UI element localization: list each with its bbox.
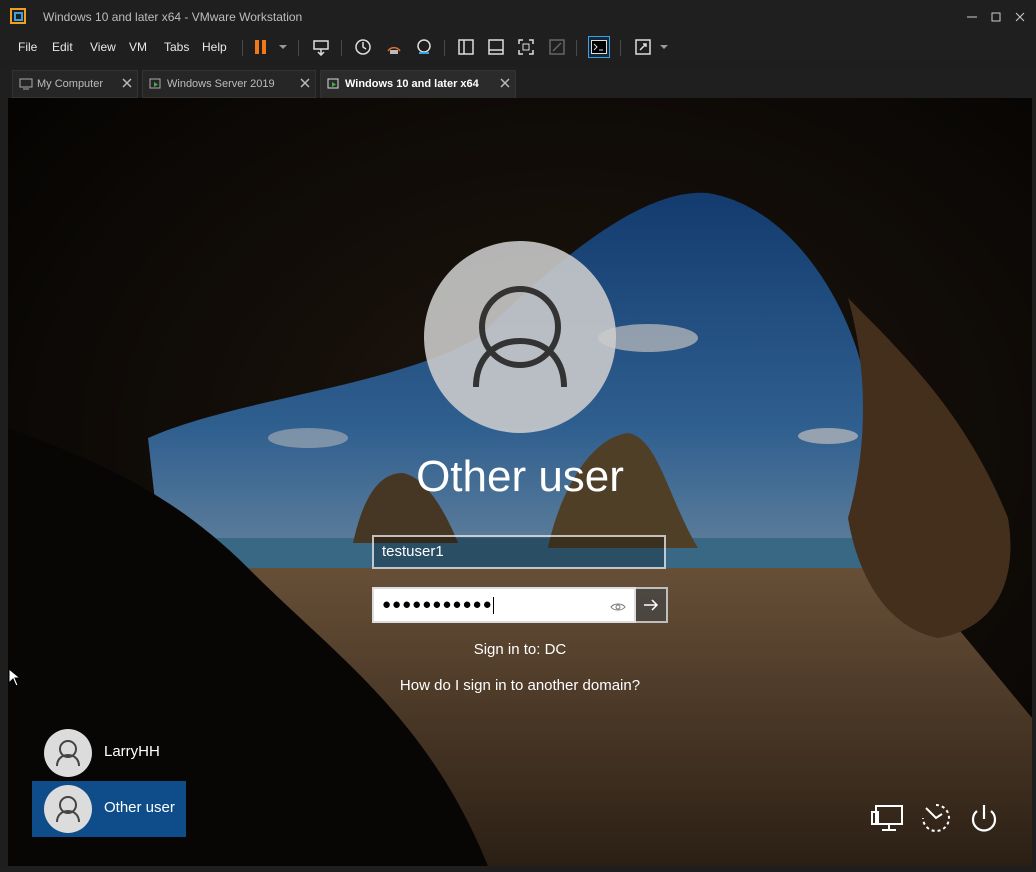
tab-windows-server-2019[interactable]: Windows Server 2019 — [142, 70, 316, 98]
pause-button[interactable] — [250, 36, 272, 58]
maximize-button[interactable] — [984, 6, 1008, 28]
snapshot-manager-button[interactable] — [413, 36, 435, 58]
revert-icon — [387, 46, 401, 54]
user-tile-name: Other user — [104, 799, 175, 816]
toolbar-divider — [242, 40, 243, 56]
selected-user-heading: Other user — [416, 452, 624, 501]
computer-icon — [19, 78, 33, 90]
close-tab-icon[interactable] — [121, 77, 133, 89]
chevron-down-icon — [660, 45, 668, 49]
submit-button[interactable] — [636, 587, 668, 623]
user-silhouette-icon — [56, 740, 80, 767]
avatar — [44, 729, 92, 777]
full-screen-button[interactable] — [515, 36, 537, 58]
tab-my-computer[interactable]: My Computer — [12, 70, 138, 98]
unity-button[interactable] — [546, 36, 568, 58]
toolbar-divider — [620, 40, 621, 56]
menu-edit[interactable]: Edit — [48, 38, 77, 56]
menu-vm[interactable]: VM — [125, 38, 151, 56]
sign-in-domain-text: Sign in to: DC — [473, 641, 567, 658]
close-tab-icon[interactable] — [299, 77, 311, 89]
menu-view[interactable]: View — [86, 38, 120, 56]
user-silhouette-icon — [473, 286, 567, 388]
menu-toolbar: File Edit View VM Tabs Help — [0, 34, 1036, 60]
library-icon — [458, 39, 474, 55]
power-icon[interactable] — [966, 802, 1002, 836]
mouse-cursor-icon — [8, 668, 22, 687]
user-tile-larryhh[interactable]: LarryHH — [32, 725, 186, 781]
pause-icon — [255, 40, 266, 54]
username-field[interactable]: testuser1 — [372, 535, 666, 569]
chevron-down-icon — [279, 45, 287, 49]
tab-bar: My Computer Windows Server 2019 Windows … — [0, 66, 1036, 100]
close-icon — [1015, 12, 1025, 22]
stretch-guest-button[interactable] — [632, 36, 654, 58]
title-bar: Windows 10 and later x64 - VMware Workst… — [0, 0, 1036, 34]
close-tab-icon[interactable] — [499, 77, 511, 89]
close-button[interactable] — [1008, 6, 1032, 28]
ease-of-access-icon[interactable] — [918, 802, 954, 836]
show-thumbnail-bar-button[interactable] — [485, 36, 507, 58]
tab-label: Windows Server 2019 — [167, 78, 275, 90]
tab-label: My Computer — [37, 78, 104, 90]
vm-running-icon — [149, 78, 161, 89]
maximize-icon — [991, 12, 1001, 22]
show-library-button[interactable] — [455, 36, 477, 58]
full-screen-icon — [518, 39, 534, 55]
snapshot-icon — [355, 39, 371, 55]
user-avatar — [424, 241, 616, 433]
toolbar-divider — [576, 40, 577, 56]
thumbnail-bar-icon — [488, 39, 504, 55]
vm-console-screen[interactable]: Other user testuser1 ●●●●●●●●●●● Sign in… — [8, 98, 1032, 866]
toolbar-divider — [341, 40, 342, 56]
vm-running-icon — [327, 78, 339, 89]
toolbar-divider — [298, 40, 299, 56]
terminal-icon — [591, 40, 607, 54]
console-view-button[interactable] — [588, 36, 610, 58]
minimize-icon — [967, 16, 977, 18]
password-mask: ●●●●●●●●●●● — [382, 596, 493, 613]
snapshot-manager-icon — [417, 39, 431, 54]
status-bar — [0, 866, 1036, 872]
tab-windows-10[interactable]: Windows 10 and later x64 — [320, 70, 516, 98]
user-tile-name: LarryHH — [104, 743, 160, 760]
window-title: Windows 10 and later x64 - VMware Workst… — [43, 10, 303, 24]
revert-snapshot-button[interactable] — [383, 36, 405, 58]
send-ctrl-alt-del-button[interactable] — [310, 36, 332, 58]
avatar — [44, 785, 92, 833]
menu-help[interactable]: Help — [198, 38, 231, 56]
password-field[interactable]: ●●●●●●●●●●● — [372, 587, 636, 623]
toolbar-divider — [444, 40, 445, 56]
stretch-dropdown[interactable] — [653, 36, 675, 58]
power-dropdown[interactable] — [272, 36, 294, 58]
user-silhouette-icon — [56, 796, 80, 823]
vmware-logo-icon — [10, 8, 26, 24]
arrow-right-icon — [644, 599, 659, 611]
network-icon[interactable] — [870, 802, 906, 836]
another-domain-link[interactable]: How do I sign in to another domain? — [320, 677, 720, 694]
take-snapshot-button[interactable] — [352, 36, 374, 58]
menu-file[interactable]: File — [14, 38, 41, 56]
menu-tabs[interactable]: Tabs — [160, 38, 193, 56]
tab-label: Windows 10 and later x64 — [345, 78, 479, 90]
send-keys-icon — [313, 40, 329, 56]
stretch-icon — [635, 39, 651, 55]
minimize-button[interactable] — [960, 6, 984, 28]
text-caret — [492, 596, 494, 614]
unity-icon — [549, 39, 565, 55]
password-row: ●●●●●●●●●●● — [372, 587, 668, 623]
reveal-password-icon[interactable] — [610, 599, 626, 615]
user-tile-other-user[interactable]: Other user — [32, 781, 186, 837]
